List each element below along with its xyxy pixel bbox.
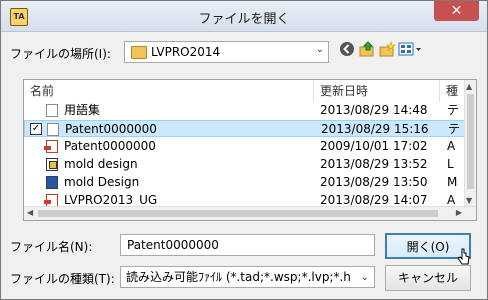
- file-type: M: [447, 175, 458, 189]
- file-type: A: [447, 139, 456, 153]
- file-modified: 2013/08/29 13:50: [320, 175, 428, 189]
- pdf-file-icon: [44, 140, 58, 153]
- location-select[interactable]: LVPRO2014 ⌄: [124, 41, 329, 63]
- location-label: ファイルの場所(I):: [10, 47, 111, 61]
- file-type: L: [447, 157, 454, 171]
- file-name: Patent0000000: [64, 139, 156, 153]
- folder-icon: [131, 46, 147, 59]
- file-modified: 2013/08/29 15:16: [321, 122, 429, 136]
- vertical-scrollbar[interactable]: ▲ ▼: [464, 80, 476, 207]
- file-list[interactable]: 名前 更新日時 種 用語集 2013/08/29 14:48 テ ✓ Paten…: [23, 79, 477, 221]
- file-name: mold design: [64, 157, 138, 171]
- filename-field[interactable]: Patent0000000: [120, 234, 375, 256]
- chevron-down-icon[interactable]: ⌄: [358, 268, 369, 287]
- file-name: 用語集: [64, 103, 101, 117]
- file-type: テ: [448, 122, 461, 136]
- horizontal-scrollbar[interactable]: ◀ ▶: [24, 206, 476, 220]
- scroll-thumb[interactable]: [38, 210, 438, 217]
- filetype-label: ファイルの種類(T):: [10, 272, 115, 286]
- up-folder-icon[interactable]: [357, 41, 377, 61]
- list-item-selected[interactable]: ✓ Patent0000000 2013/08/29 15:16 テ: [24, 120, 466, 137]
- chevron-up-icon[interactable]: ▲: [466, 82, 472, 91]
- file-name: mold Design: [64, 175, 140, 189]
- file-modified: 2013/08/29 13:52: [320, 157, 428, 171]
- file-type: テ: [447, 103, 460, 117]
- chevron-right-icon[interactable]: ▶: [456, 208, 462, 217]
- view-menu-icon[interactable]: [397, 41, 425, 61]
- column-header-type[interactable]: 種: [440, 80, 466, 102]
- column-header-modified[interactable]: 更新日時: [314, 80, 440, 102]
- new-folder-icon[interactable]: [377, 41, 397, 61]
- cad-file-icon: [46, 158, 58, 171]
- chevron-down-icon[interactable]: ⌄: [316, 44, 324, 55]
- file-modified: 2009/10/01 17:02: [320, 139, 428, 153]
- file-modified: 2013/08/29 14:48: [320, 103, 428, 117]
- file-name: Patent0000000: [65, 122, 157, 136]
- close-button[interactable]: ✕: [434, 1, 479, 21]
- filetype-value: 読み込み可能ﾌｧｲﾙ (*.tad;*.wsp;*.lvp;*.h: [126, 270, 351, 284]
- location-value: LVPRO2014: [151, 45, 221, 59]
- text-file-icon: [46, 104, 58, 117]
- word-file-icon: [46, 176, 58, 189]
- checkbox[interactable]: ✓: [30, 123, 42, 135]
- dialog-title: ファイルを開く: [198, 12, 290, 27]
- filetype-select[interactable]: 読み込み可能ﾌｧｲﾙ (*.tad;*.wsp;*.lvp;*.h ⌄: [120, 266, 375, 288]
- list-item[interactable]: 用語集 2013/08/29 14:48 テ: [24, 102, 466, 119]
- list-item[interactable]: Patent0000000 2009/10/01 17:02 A: [24, 138, 466, 155]
- scroll-thumb[interactable]: [467, 94, 474, 189]
- back-icon[interactable]: [337, 41, 357, 61]
- list-item[interactable]: mold design 2013/08/29 13:52 L: [24, 156, 466, 173]
- column-header-name[interactable]: 名前: [24, 80, 314, 102]
- chevron-left-icon[interactable]: ◀: [27, 208, 33, 217]
- mouse-cursor-icon: [457, 248, 471, 270]
- filename-label: ファイル名(N):: [10, 240, 93, 254]
- list-item[interactable]: mold Design 2013/08/29 13:50 M: [24, 174, 466, 191]
- title-bar[interactable]: TA ファイルを開く ✕: [1, 1, 487, 32]
- open-file-dialog: TA ファイルを開く ✕ ファイルの場所(I): LVPRO2014 ⌄ 名前 …: [0, 0, 488, 300]
- chevron-down-icon[interactable]: ▼: [466, 196, 472, 205]
- text-file-icon: [47, 123, 59, 136]
